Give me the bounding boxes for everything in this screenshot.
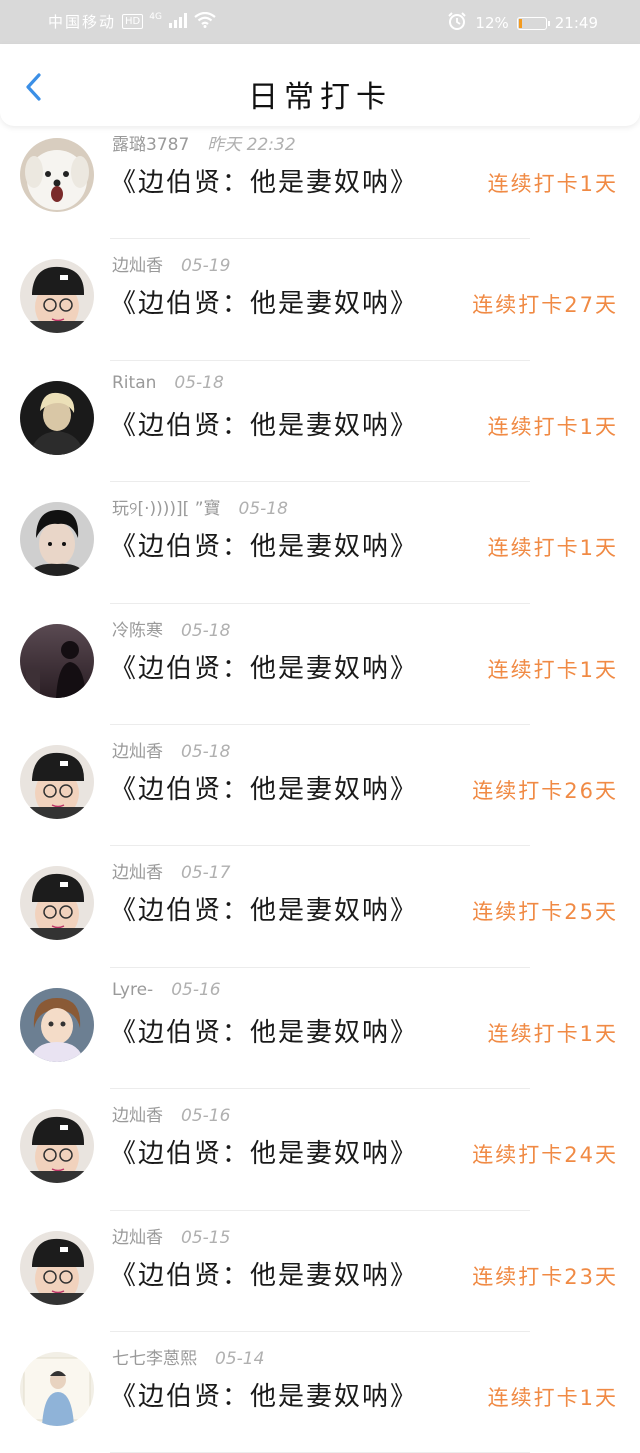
streak-label: 连续打卡1天 (487, 1385, 618, 1410)
man-black-cap-avatar[interactable] (20, 744, 94, 819)
person-light-bg-avatar[interactable] (20, 1351, 94, 1426)
item-meta: 露璐3787 昨天 22:32 (112, 130, 296, 155)
list-item[interactable]: Ritan 05-18 《边伯贤：他是妻奴呐》 连续打卡1天 (0, 361, 640, 483)
checkin-time: 05-14 (215, 1348, 265, 1369)
man-dark-hair-avatar[interactable] (20, 502, 94, 577)
network-type: 4G (149, 11, 162, 22)
book-title[interactable]: 《边伯贤：他是妻奴呐》 (110, 526, 418, 563)
list-item[interactable]: 冷陈寒 05-18 《边伯贤：他是妻奴呐》 连续打卡1天 (0, 604, 640, 725)
status-right: 12% 21:49 (447, 11, 598, 35)
user-name[interactable]: 边灿香 (112, 1106, 163, 1126)
silhouette-dusk-avatar[interactable] (20, 623, 94, 698)
man-black-cap-avatar[interactable] (20, 866, 94, 941)
checkin-time: 昨天 22:32 (207, 135, 296, 155)
streak-label: 连续打卡26天 (472, 778, 618, 803)
doll-avatar[interactable] (20, 987, 94, 1062)
checkin-time: 05-15 (181, 1227, 231, 1248)
item-meta: 边灿香 05-18 (112, 737, 230, 762)
checkin-time: 05-18 (181, 741, 231, 762)
user-name[interactable]: 边灿香 (112, 1228, 163, 1248)
man-black-cap-avatar[interactable] (20, 1109, 94, 1184)
user-name[interactable]: 边灿香 (112, 742, 163, 762)
book-title[interactable]: 《边伯贤：他是妻奴呐》 (110, 1376, 418, 1413)
streak-label: 连续打卡1天 (487, 657, 618, 682)
checkin-time: 05-18 (181, 620, 231, 641)
item-meta: 七七李蒽熙 05-14 (112, 1344, 264, 1369)
user-name[interactable]: 七七李蒽熙 (112, 1349, 197, 1369)
book-title[interactable]: 《边伯贤：他是妻奴呐》 (110, 1012, 418, 1049)
hd-badge: HD (122, 14, 144, 29)
user-name[interactable]: 边灿香 (112, 863, 163, 883)
user-name[interactable]: 露璐3787 (112, 135, 189, 155)
checkin-time: 05-18 (238, 499, 288, 520)
white-dog-avatar[interactable] (20, 138, 94, 212)
book-title[interactable]: 《边伯贤：他是妻奴呐》 (110, 405, 418, 442)
status-bar: 中国移动 HD 4G 12% 21:49 (0, 0, 640, 44)
streak-label: 连续打卡1天 (487, 1021, 618, 1046)
item-meta: 边灿香 05-17 (112, 858, 230, 883)
man-black-cap-avatar[interactable] (20, 1230, 94, 1305)
list-item[interactable]: 边灿香 05-19 《边伯贤：他是妻奴呐》 连续打卡27天 (0, 239, 640, 361)
streak-label: 连续打卡24天 (472, 1143, 618, 1168)
battery-percent: 12% (475, 14, 509, 32)
battery-level (518, 18, 523, 28)
book-title[interactable]: 《边伯贤：他是妻奴呐》 (110, 162, 418, 199)
user-name[interactable]: Ritan (112, 373, 156, 393)
user-name[interactable]: 玩୨[·))))][ ”寶 (112, 499, 221, 519)
streak-label: 连续打卡27天 (472, 293, 618, 318)
checkin-time: 05-16 (181, 1106, 231, 1127)
list-item[interactable]: 玩୨[·))))][ ”寶 05-18 《边伯贤：他是妻奴呐》 连续打卡1天 (0, 482, 640, 604)
item-meta: Ritan 05-18 (112, 373, 224, 393)
alarm-icon (447, 11, 467, 35)
user-name[interactable]: 边灿香 (112, 256, 163, 276)
streak-label: 连续打卡1天 (487, 536, 618, 561)
wifi-icon (194, 11, 216, 32)
streak-label: 连续打卡25天 (472, 900, 618, 925)
app-header: 日常打卡 (0, 44, 640, 126)
man-black-cap-avatar[interactable] (20, 259, 94, 334)
list-item[interactable]: 边灿香 05-15 《边伯贤：他是妻奴呐》 连续打卡23天 (0, 1211, 640, 1332)
book-title[interactable]: 《边伯贤：他是妻奴呐》 (110, 769, 418, 806)
item-meta: Lyre- 05-16 (112, 980, 221, 1000)
item-meta: 边灿香 05-16 (112, 1101, 230, 1126)
signal-icon (168, 12, 188, 32)
list-item[interactable]: 边灿香 05-18 《边伯贤：他是妻奴呐》 连续打卡26天 (0, 725, 640, 847)
checkin-time: 05-16 (171, 979, 221, 1000)
book-title[interactable]: 《边伯贤：他是妻奴呐》 (110, 1133, 418, 1170)
status-left: 中国移动 HD 4G (48, 11, 216, 32)
carrier-label: 中国移动 (48, 13, 117, 31)
battery-icon (516, 16, 550, 30)
checkin-time: 05-17 (181, 863, 231, 884)
list-item[interactable]: 七七李蒽熙 05-14 《边伯贤：他是妻奴呐》 连续打卡1天 (0, 1332, 640, 1453)
list-item[interactable]: 边灿香 05-17 《边伯贤：他是妻奴呐》 连续打卡25天 (0, 846, 640, 968)
streak-label: 连续打卡1天 (487, 414, 618, 439)
book-title[interactable]: 《边伯贤：他是妻奴呐》 (110, 890, 418, 927)
item-meta: 边灿香 05-19 (112, 251, 230, 276)
item-meta: 边灿香 05-15 (112, 1223, 230, 1248)
user-name[interactable]: Lyre- (112, 980, 153, 1000)
checkin-time: 05-18 (174, 372, 224, 393)
book-title[interactable]: 《边伯贤：他是妻奴呐》 (110, 648, 418, 685)
list-item[interactable]: 露璐3787 昨天 22:32 《边伯贤：他是妻奴呐》 连续打卡1天 (0, 118, 640, 240)
checkin-time: 05-19 (181, 256, 231, 277)
book-title[interactable]: 《边伯贤：他是妻奴呐》 (110, 283, 418, 320)
streak-label: 连续打卡23天 (472, 1264, 618, 1289)
book-title[interactable]: 《边伯贤：他是妻奴呐》 (110, 1255, 418, 1292)
checkin-list: 露璐3787 昨天 22:32 《边伯贤：他是妻奴呐》 连续打卡1天 边灿香 05-… (0, 118, 640, 1453)
user-name[interactable]: 冷陈寒 (112, 621, 163, 641)
item-meta: 冷陈寒 05-18 (112, 616, 230, 641)
page-title: 日常打卡 (248, 80, 392, 115)
list-item[interactable]: 边灿香 05-16 《边伯贤：他是妻奴呐》 连续打卡24天 (0, 1089, 640, 1211)
clock: 21:49 (554, 14, 598, 32)
streak-label: 连续打卡1天 (487, 172, 618, 196)
list-item[interactable]: Lyre- 05-16 《边伯贤：他是妻奴呐》 连续打卡1天 (0, 968, 640, 1090)
blond-person-avatar[interactable] (20, 380, 94, 455)
item-meta: 玩୨[·))))][ ”寶 05-18 (112, 494, 288, 519)
